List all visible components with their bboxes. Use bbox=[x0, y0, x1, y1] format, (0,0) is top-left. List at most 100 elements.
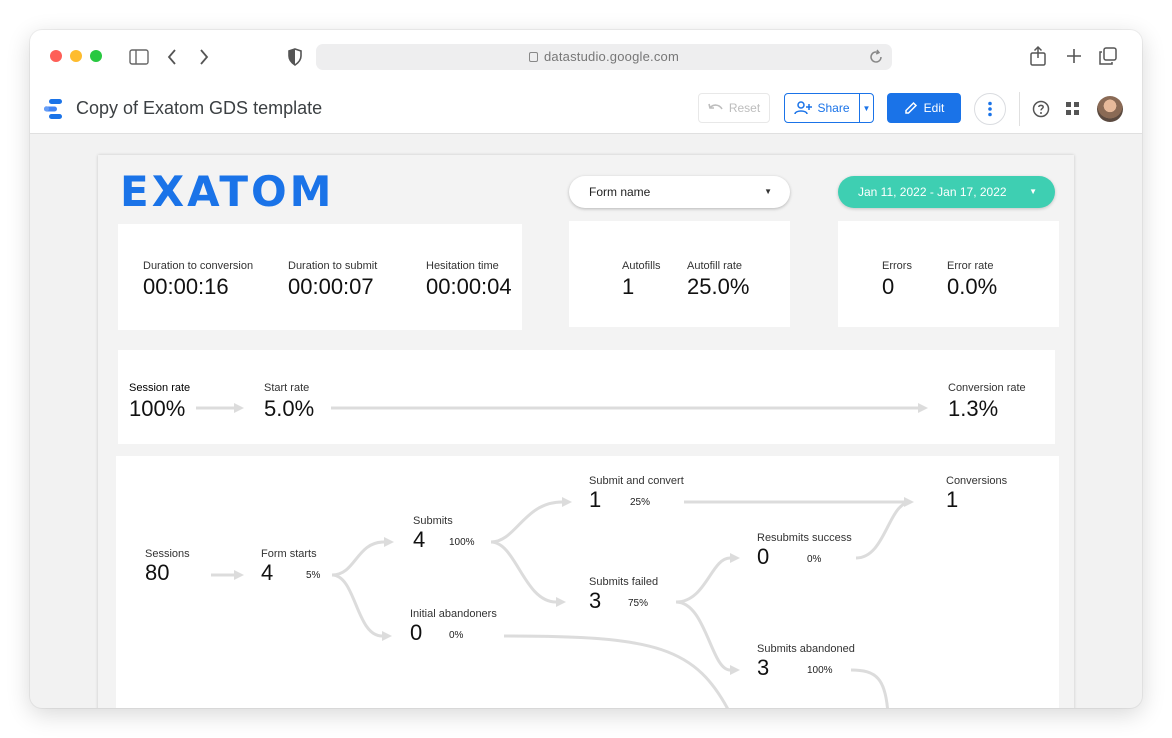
autofills: Autofills 1 bbox=[622, 260, 661, 300]
node-label: Submit and convert bbox=[589, 475, 684, 487]
node-percent: 100% bbox=[807, 665, 833, 676]
autofill-rate: Autofill rate 25.0% bbox=[687, 260, 749, 300]
funnel-node-submits: Submits 4 100% bbox=[413, 515, 475, 553]
node-percent: 25% bbox=[630, 497, 651, 508]
share-label: Share bbox=[817, 101, 850, 115]
metric-label: Duration to submit bbox=[288, 260, 378, 272]
caret-down-icon: ▼ bbox=[1029, 187, 1037, 196]
close-window-button[interactable] bbox=[50, 50, 62, 62]
funnel-node-initial-abandoners: Initial abandoners 0 0% bbox=[410, 608, 497, 646]
funnel-node-conversions: Conversions 1 bbox=[946, 475, 1007, 513]
address-bar[interactable]: datastudio.google.com bbox=[316, 44, 892, 70]
help-icon[interactable] bbox=[1032, 100, 1050, 118]
report-title[interactable]: Copy of Exatom GDS template bbox=[76, 98, 322, 119]
sidebar-toggle-icon[interactable] bbox=[129, 49, 149, 65]
duration-to-conversion: Duration to conversion 00:00:16 bbox=[143, 260, 253, 300]
maximize-window-button[interactable] bbox=[90, 50, 102, 62]
node-percent: 0% bbox=[449, 630, 464, 641]
caret-down-icon: ▼ bbox=[862, 103, 871, 113]
node-percent: 5% bbox=[306, 570, 321, 581]
funnel-node-form-starts: Form starts 4 5% bbox=[261, 548, 321, 586]
metric-value: 0.0% bbox=[947, 274, 998, 299]
node-value: 0 bbox=[757, 544, 770, 569]
metric-value: 100% bbox=[129, 396, 186, 421]
share-dropdown-button[interactable]: ▼ bbox=[859, 93, 874, 123]
form-filter-label: Form name bbox=[589, 185, 651, 199]
metric-value: 00:00:04 bbox=[426, 274, 512, 299]
error-rate: Error rate 0.0% bbox=[947, 260, 997, 300]
start-rate: Start rate 5.0% bbox=[264, 382, 314, 422]
url-text: datastudio.google.com bbox=[316, 49, 892, 64]
new-tab-icon[interactable] bbox=[1066, 48, 1082, 64]
funnel-card: Sessions 80 Form starts 4 5% Submits 4 1… bbox=[116, 456, 1059, 708]
node-percent: 75% bbox=[628, 598, 649, 609]
browser-window: datastudio.google.com Copy of Exatom GDS… bbox=[30, 30, 1142, 708]
browser-toolbar: datastudio.google.com bbox=[30, 30, 1142, 82]
rates-card: Session rate 100% Start rate 5.0% Conver… bbox=[118, 350, 1055, 444]
funnel-node-sessions: Sessions 80 bbox=[145, 548, 190, 586]
node-label: Form starts bbox=[261, 548, 317, 560]
funnel-flow-paths bbox=[211, 497, 914, 708]
caret-down-icon: ▼ bbox=[764, 187, 772, 196]
metric-value: 5.0% bbox=[264, 396, 315, 421]
node-value: 1 bbox=[946, 487, 959, 512]
autofill-scorecard: Autofills 1 Autofill rate 25.0% bbox=[569, 221, 790, 327]
report-canvas: EXATOM Form name ▼ Jan 11, 2022 - Jan 17… bbox=[98, 155, 1074, 708]
node-value: 3 bbox=[757, 655, 770, 680]
metric-value: 0 bbox=[882, 274, 895, 299]
reset-button[interactable]: Reset bbox=[698, 93, 770, 123]
reload-icon[interactable] bbox=[868, 49, 884, 65]
form-name-filter[interactable]: Form name ▼ bbox=[569, 176, 790, 208]
node-percent: 100% bbox=[449, 537, 475, 548]
date-range-label: Jan 11, 2022 - Jan 17, 2022 bbox=[858, 185, 1007, 199]
node-label: Submits bbox=[413, 515, 453, 527]
duration-scorecard: Duration to conversion 00:00:16 Duration… bbox=[118, 224, 522, 330]
metric-label: Error rate bbox=[947, 260, 994, 272]
app-header: Copy of Exatom GDS template Reset Share … bbox=[30, 82, 1142, 134]
lock-icon bbox=[528, 52, 538, 62]
funnel-node-submits-failed: Submits failed 3 75% bbox=[589, 576, 658, 614]
share-button[interactable]: Share bbox=[784, 93, 860, 123]
shield-icon[interactable] bbox=[288, 48, 302, 66]
metric-value: 1 bbox=[622, 274, 635, 299]
metric-value: 1.3% bbox=[948, 396, 999, 421]
node-value: 80 bbox=[145, 560, 170, 585]
hesitation-time: Hesitation time 00:00:04 bbox=[426, 260, 512, 300]
node-label: Submits abandoned bbox=[757, 643, 855, 655]
node-value: 4 bbox=[413, 527, 426, 552]
date-range-picker[interactable]: Jan 11, 2022 - Jan 17, 2022 ▼ bbox=[838, 176, 1055, 208]
funnel-node-submit-and-convert: Submit and convert 1 25% bbox=[589, 475, 684, 513]
avatar[interactable] bbox=[1097, 96, 1123, 122]
session-rate: Session rate 100% bbox=[129, 382, 190, 422]
minimize-window-button[interactable] bbox=[70, 50, 82, 62]
metric-label: Conversion rate bbox=[948, 382, 1026, 394]
share-icon[interactable] bbox=[1029, 45, 1047, 67]
node-label: Conversions bbox=[946, 475, 1008, 487]
metric-value: 00:00:16 bbox=[143, 274, 229, 299]
rates-flow-arrows bbox=[196, 403, 928, 413]
forward-icon[interactable] bbox=[198, 48, 210, 66]
metric-label: Start rate bbox=[264, 382, 310, 394]
tab-overview-icon[interactable] bbox=[1099, 47, 1117, 65]
errors-scorecard: Errors 0 Error rate 0.0% bbox=[838, 221, 1059, 327]
node-label: Resubmits success bbox=[757, 532, 852, 544]
node-label: Submits failed bbox=[589, 576, 659, 588]
metric-label: Errors bbox=[882, 260, 912, 272]
exatom-logo: EXATOM bbox=[120, 167, 335, 216]
node-label: Initial abandoners bbox=[410, 608, 497, 620]
metric-value: 00:00:07 bbox=[288, 274, 374, 299]
metric-label: Autofill rate bbox=[687, 260, 743, 272]
node-percent: 0% bbox=[807, 554, 822, 565]
funnel-node-submits-abandoned: Submits abandoned 3 100% bbox=[757, 643, 855, 681]
add-person-icon bbox=[794, 101, 813, 115]
undo-icon bbox=[708, 103, 723, 110]
apps-grid-icon[interactable] bbox=[1066, 102, 1080, 116]
back-icon[interactable] bbox=[166, 48, 178, 66]
conversion-rate: Conversion rate 1.3% bbox=[948, 382, 1026, 422]
metric-label: Session rate bbox=[129, 382, 191, 394]
node-label: Sessions bbox=[145, 548, 190, 560]
more-options-button[interactable] bbox=[974, 93, 1006, 125]
edit-button[interactable]: Edit bbox=[887, 93, 961, 123]
reset-label: Reset bbox=[728, 101, 761, 115]
more-vert-icon bbox=[988, 101, 992, 117]
